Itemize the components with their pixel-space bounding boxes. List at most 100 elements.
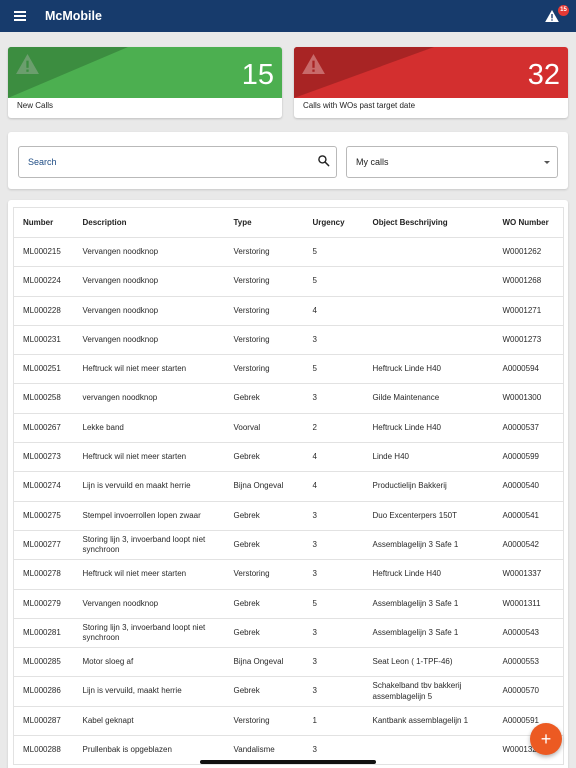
table-cell: Verstoring <box>224 325 304 356</box>
table-cell: Bijna Ongeval <box>224 647 304 678</box>
table-cell: ML000231 <box>13 325 74 356</box>
table-row[interactable]: ML000258 vervangen noodknop Gebrek 3 Gilde M… <box>13 383 564 414</box>
filter-card: Search My calls <box>8 132 568 189</box>
search-input[interactable]: Search <box>18 146 337 178</box>
table-cell <box>363 735 494 766</box>
table-cell: 3 <box>303 325 364 356</box>
table-cell: 3 <box>303 501 364 531</box>
table-row[interactable]: ML000251 Heftruck wil niet meer starten Ve… <box>13 354 564 385</box>
table-cell: W0001300 <box>493 383 564 414</box>
plus-icon: + <box>540 729 552 749</box>
overdue-calls-card[interactable]: 32 Calls with WOs past target date <box>294 47 568 118</box>
table-cell: ML000279 <box>13 589 74 619</box>
overdue-calls-label: Calls with WOs past target date <box>303 101 416 110</box>
add-call-button[interactable]: + <box>530 723 562 755</box>
table-row[interactable]: ML000228 Vervangen noodknop Verstoring 4 W00… <box>13 296 564 326</box>
table-cell: W0001273 <box>493 325 564 356</box>
table-cell: Gebrek <box>224 618 304 649</box>
table-cell: Gebrek <box>224 530 304 561</box>
alerts-button[interactable]: 15 <box>544 5 569 28</box>
table-cell: W0001271 <box>493 296 564 326</box>
column-header[interactable]: WO Number <box>493 207 564 238</box>
table-cell: Linde H40 <box>363 442 494 473</box>
table-cell: 5 <box>303 237 364 268</box>
table-cell: W0001337 <box>493 559 564 590</box>
table-cell: Vervangen noodknop <box>73 237 225 268</box>
table-cell: Stempel invoerrollen lopen zwaar <box>73 501 225 531</box>
table-row[interactable]: ML000231 Vervangen noodknop Verstoring 3 W00… <box>13 325 564 356</box>
table-cell <box>363 237 494 268</box>
alert-count-badge: 15 <box>558 5 569 16</box>
table-cell: ML000286 <box>13 676 74 707</box>
table-cell: Verstoring <box>224 237 304 268</box>
table-cell: Bijna Ongeval <box>224 471 304 502</box>
table-cell: W0001311 <box>493 589 564 619</box>
table-cell: Vervangen noodknop <box>73 296 225 326</box>
table-cell: 5 <box>303 266 364 297</box>
table-cell: Kabel geknapt <box>73 706 225 737</box>
table-cell <box>363 266 494 297</box>
table-row[interactable]: ML000281 Storing lijn 3, invoerband loopt… <box>13 618 564 649</box>
app-bar: McMobile 15 <box>0 0 576 32</box>
new-calls-count: 15 <box>241 59 274 91</box>
table-row[interactable]: ML000286 Lijn is vervuild, maakt herrie Ge… <box>13 676 564 707</box>
table-cell: Verstoring <box>224 296 304 326</box>
table-cell: ML000287 <box>13 706 74 737</box>
column-header[interactable]: Description <box>73 207 225 238</box>
table-cell: 4 <box>303 471 364 502</box>
table-row[interactable]: ML000287 Kabel geknapt Verstoring 1 Kantbank… <box>13 706 564 737</box>
new-calls-label: New Calls <box>17 101 54 110</box>
table-cell: ML000285 <box>13 647 74 678</box>
table-cell: 3 <box>303 676 364 707</box>
table-cell: Verstoring <box>224 559 304 590</box>
table-cell: ML000277 <box>13 530 74 561</box>
search-icon[interactable] <box>317 154 330 167</box>
table-row[interactable]: ML000285 Motor sloeg af Bijna Ongeval 3 Seat… <box>13 647 564 678</box>
table-cell: 5 <box>303 589 364 619</box>
table-cell: ML000273 <box>13 442 74 473</box>
table-header-row: Number Description Type Urgency Object Besch… <box>13 207 564 238</box>
table-row[interactable]: ML000277 Storing lijn 3, invoerband loopt… <box>13 530 564 561</box>
menu-button[interactable] <box>0 0 40 32</box>
home-indicator <box>200 760 376 764</box>
table-cell: ML000228 <box>13 296 74 326</box>
table-cell: ML000288 <box>13 735 74 766</box>
table-row[interactable]: ML000279 Vervangen noodknop Gebrek 5 Assembl… <box>13 589 564 619</box>
scope-select[interactable]: My calls <box>346 146 558 178</box>
table-cell: ML000224 <box>13 266 74 297</box>
table-cell: Vervangen noodknop <box>73 589 225 619</box>
column-header[interactable]: Number <box>13 207 74 238</box>
column-header[interactable]: Urgency <box>303 207 364 238</box>
table-row[interactable]: ML000215 Vervangen noodknop Verstoring 5 W00… <box>13 237 564 268</box>
warning-icon <box>16 54 39 74</box>
table-row[interactable]: ML000273 Heftruck wil niet meer starten Ge… <box>13 442 564 473</box>
table-cell: 3 <box>303 383 364 414</box>
table-cell: vervangen noodknop <box>73 383 225 414</box>
table-row[interactable]: ML000275 Stempel invoerrollen lopen zwaar… <box>13 501 564 531</box>
table-row[interactable]: ML000274 Lijn is vervuild en maakt herrie… <box>13 471 564 502</box>
table-cell: A0000599 <box>493 442 564 473</box>
table-cell: Heftruck Linde H40 <box>363 413 494 444</box>
new-calls-card[interactable]: 15 New Calls <box>8 47 282 118</box>
table-cell: Seat Leon ( 1-TPF-46) <box>363 647 494 678</box>
table-cell: Vervangen noodknop <box>73 325 225 356</box>
table-cell: Gebrek <box>224 501 304 531</box>
table-cell: Kantbank assemblagelijn 1 <box>363 706 494 737</box>
table-cell: 3 <box>303 618 364 649</box>
column-header[interactable]: Object Beschrijving <box>363 207 494 238</box>
table-cell: ML000274 <box>13 471 74 502</box>
table-cell: 2 <box>303 413 364 444</box>
table-row[interactable]: ML000278 Heftruck wil niet meer starten Ve… <box>13 559 564 590</box>
table-cell: Assemblagelijn 3 Safe 1 <box>363 530 494 561</box>
table-row[interactable]: ML000267 Lekke band Voorval 2 Heftruck Linde… <box>13 413 564 444</box>
column-header[interactable]: Type <box>224 207 304 238</box>
table-cell: 3 <box>303 647 364 678</box>
table-cell: Productielijn Bakkerij <box>363 471 494 502</box>
table-row[interactable]: ML000224 Vervangen noodknop Verstoring 5 W00… <box>13 266 564 297</box>
warning-icon <box>302 54 325 74</box>
table-cell: A0000543 <box>493 618 564 649</box>
table-cell: Storing lijn 3, invoerband loopt niet sy… <box>73 618 225 649</box>
table-cell: Gebrek <box>224 589 304 619</box>
table-cell: Lekke band <box>73 413 225 444</box>
table-cell: A0000553 <box>493 647 564 678</box>
